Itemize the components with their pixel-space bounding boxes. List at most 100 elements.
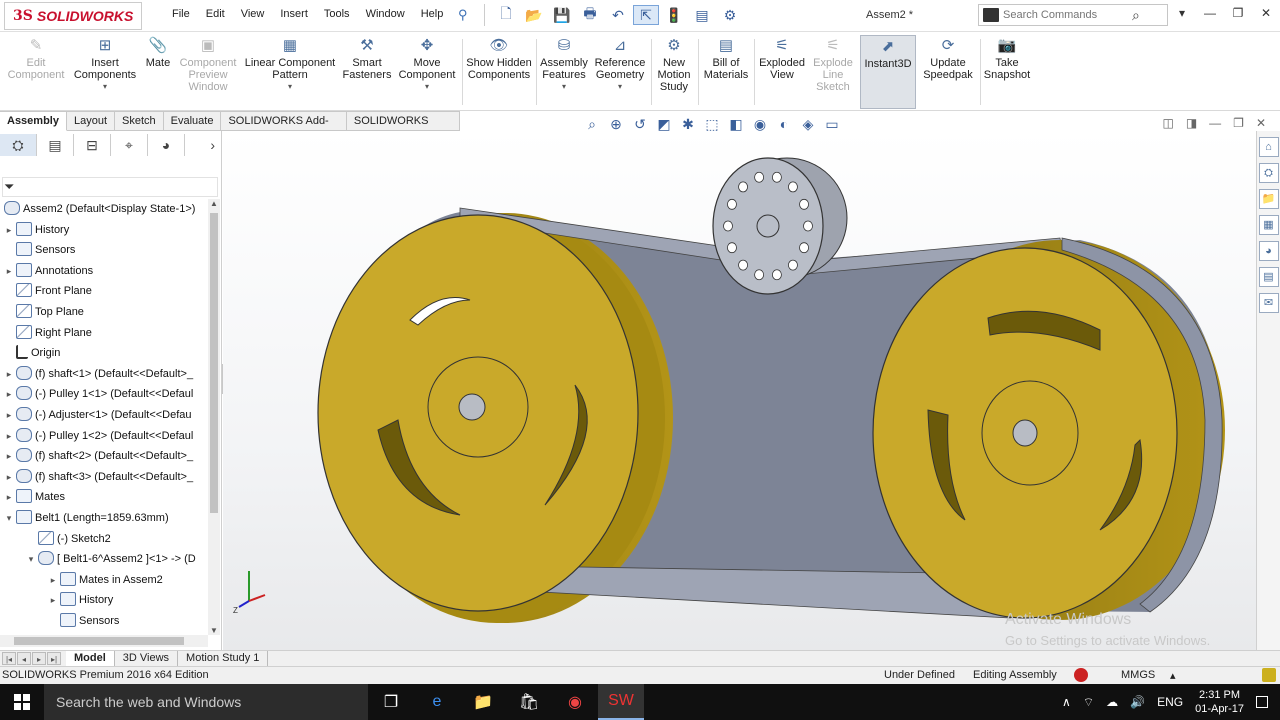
volume-icon[interactable]: 🔊	[1130, 695, 1145, 709]
tree-item[interactable]: ▾ [ Belt1-6^Assem2 ]<1> -> (D	[26, 549, 196, 569]
store-icon[interactable]: 🛍	[506, 684, 552, 720]
custom-properties-icon[interactable]: ▤	[1258, 267, 1279, 287]
file-explorer-icon[interactable]: 📁	[460, 684, 506, 720]
tab-evaluate[interactable]: Evaluate	[163, 111, 222, 131]
move-component-button[interactable]: ✥ Move Component ▾	[396, 37, 458, 107]
feature-tree-tab-icon[interactable]: ⛭	[0, 134, 37, 156]
cloud-icon[interactable]: ☁	[1106, 695, 1118, 709]
taskbar-search-box[interactable]: Search the web and Windows	[44, 684, 368, 720]
restore-icon[interactable]: ❐	[1230, 6, 1246, 20]
expand-arrow-icon[interactable]: ▾	[26, 549, 36, 569]
tab-3d-views[interactable]: 3D Views	[115, 651, 179, 666]
tree-item[interactable]: ▸ Mates in Assem2	[48, 570, 163, 590]
new-document-icon[interactable]: 🗋	[493, 5, 519, 25]
expand-arrow-icon[interactable]: ▸	[4, 467, 14, 487]
tray-chevron-icon[interactable]: ∧	[1062, 695, 1071, 709]
chrome-icon[interactable]: ◉	[552, 684, 598, 720]
solidworks-taskbar-icon[interactable]: SW	[598, 684, 644, 720]
view-palette-icon[interactable]: ▦	[1258, 215, 1279, 235]
rebuild-icon[interactable]: 🚦	[661, 5, 687, 25]
forum-icon[interactable]: ✉	[1258, 293, 1279, 313]
pin-icon[interactable]: ⚲	[458, 7, 468, 23]
mate-button[interactable]: 📎 Mate	[142, 37, 174, 107]
prev-tab-icon[interactable]: ◂	[17, 652, 31, 665]
menu-tools[interactable]: Tools	[316, 8, 358, 20]
tree-item[interactable]: ▸ (f) shaft<2> (Default<<Default>_	[4, 446, 193, 466]
network-icon[interactable]: ⌔	[1083, 695, 1094, 710]
unit-system[interactable]: MMGS	[1121, 669, 1155, 681]
select-icon[interactable]: ⇱	[633, 5, 659, 25]
scroll-thumb[interactable]	[210, 213, 218, 513]
menu-insert[interactable]: Insert	[272, 8, 316, 20]
start-button[interactable]	[0, 684, 44, 720]
menu-view[interactable]: View	[233, 8, 273, 20]
show-hidden-button[interactable]: 👁 Show Hidden Components	[466, 37, 532, 107]
expand-arrow-icon[interactable]: ▸	[4, 261, 14, 281]
tab-motion-study[interactable]: Motion Study 1	[178, 651, 269, 666]
tab-layout[interactable]: Layout	[66, 111, 116, 131]
dropdown-arrow-icon[interactable]: ▾	[396, 81, 458, 93]
dropdown-arrow-icon[interactable]: ▾	[242, 81, 338, 93]
update-speedpak-button[interactable]: ⟳ Update Speedpak	[920, 37, 976, 107]
tree-root-assembly[interactable]: Assem2 (Default<Display State-1>)	[2, 199, 195, 219]
dropdown-arrow-icon[interactable]: ▾	[540, 81, 588, 93]
tree-item[interactable]: ▸ Annotations	[4, 261, 93, 281]
scroll-thumb[interactable]	[14, 637, 184, 645]
minimize-icon[interactable]: —	[1202, 6, 1218, 20]
notifications-icon[interactable]	[1256, 696, 1268, 708]
tab-mbd[interactable]: SOLIDWORKS MBD	[346, 111, 460, 146]
scroll-up-icon[interactable]: ▲	[208, 199, 220, 208]
tree-item[interactable]: ▸ Mates	[4, 487, 65, 507]
next-tab-icon[interactable]: ▸	[32, 652, 46, 665]
tree-item[interactable]: ▾ Belt1 (Length=1859.63mm)	[4, 508, 169, 528]
tree-item[interactable]: ▸ (-) Pulley 1<2> (Default<<Defaul	[4, 426, 193, 446]
expand-arrow-icon[interactable]: ▸	[4, 405, 14, 425]
tree-item[interactable]: Sensors	[4, 240, 75, 260]
take-snapshot-button[interactable]: 📷 Take Snapshot	[982, 37, 1032, 107]
help-chevron-icon[interactable]: ▾	[1174, 6, 1190, 20]
chevron-right-icon[interactable]: ›	[185, 134, 215, 156]
appearances-icon[interactable]: ◕	[1258, 241, 1279, 261]
dropdown-arrow-icon[interactable]: ▾	[592, 81, 648, 93]
language-indicator[interactable]: ENG	[1157, 695, 1183, 709]
search-commands-box[interactable]: ⌕	[978, 4, 1168, 26]
tree-item[interactable]: Right Plane	[4, 323, 92, 343]
reference-triad[interactable]: Z	[231, 561, 271, 621]
search-icon[interactable]: ⌕	[1132, 7, 1140, 24]
menu-file[interactable]: File	[164, 8, 198, 20]
expand-arrow-icon[interactable]: ▸	[4, 446, 14, 466]
search-commands-input[interactable]	[1003, 9, 1128, 21]
rebuild-status-icon[interactable]	[1074, 668, 1088, 682]
viewport-split-right-icon[interactable]: ◨	[1186, 116, 1197, 130]
expand-arrow-icon[interactable]: ▸	[48, 590, 58, 610]
filter-icon[interactable]: ⏷	[4, 179, 14, 195]
display-manager-tab-icon[interactable]: ◕	[148, 134, 185, 156]
file-explorer-icon[interactable]: 📁	[1258, 189, 1279, 209]
assembly-features-button[interactable]: ⛁ Assembly Features ▾	[540, 37, 588, 107]
edge-browser-icon[interactable]: e	[414, 684, 460, 720]
tab-addins[interactable]: SOLIDWORKS Add-Ins	[221, 111, 347, 146]
open-icon[interactable]: 📂	[521, 5, 547, 25]
tree-horizontal-scrollbar[interactable]	[0, 635, 208, 647]
reference-geometry-button[interactable]: ⊿ Reference Geometry ▾	[592, 37, 648, 107]
tree-item[interactable]: ▸ (f) shaft<3> (Default<<Default>_	[4, 467, 193, 487]
tree-item[interactable]: Top Plane	[4, 302, 84, 322]
tree-item[interactable]: ▸ History	[48, 590, 113, 610]
expand-arrow-icon[interactable]: ▸	[4, 487, 14, 507]
insert-components-button[interactable]: ⊞ Insert Components ▾	[70, 37, 140, 107]
expand-arrow-icon[interactable]: ▸	[4, 384, 14, 404]
exploded-view-button[interactable]: ⚟ Exploded View	[758, 37, 806, 107]
tree-item[interactable]: Front Plane	[4, 281, 92, 301]
menu-edit[interactable]: Edit	[198, 8, 233, 20]
expand-arrow-icon[interactable]: ▸	[4, 426, 14, 446]
new-motion-study-button[interactable]: ⚙ New Motion Study	[654, 37, 694, 107]
expand-arrow-icon[interactable]: ▸	[4, 220, 14, 240]
viewport-split-icon[interactable]: ◫	[1162, 116, 1173, 130]
edit-component-button[interactable]: ✎ Edit Component	[4, 37, 68, 107]
dimxpert-tab-icon[interactable]: ⌖	[111, 134, 148, 156]
dropdown-arrow-icon[interactable]: ▾	[70, 81, 140, 93]
expand-arrow-icon[interactable]: ▸	[48, 570, 58, 590]
bill-of-materials-button[interactable]: ▤ Bill of Materials	[702, 37, 750, 107]
close-icon[interactable]: ✕	[1258, 6, 1274, 20]
tooltip-icon[interactable]	[1262, 668, 1276, 682]
